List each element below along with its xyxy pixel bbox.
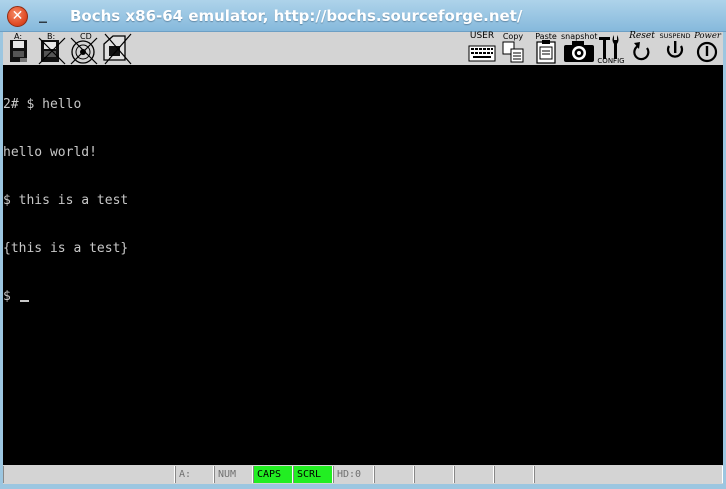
status-cell bbox=[414, 466, 454, 483]
terminal-prompt-line: $ bbox=[3, 289, 128, 305]
status-cell bbox=[534, 466, 723, 483]
floppy-a-button[interactable]: A: bbox=[6, 32, 34, 65]
reset-button[interactable]: Reset bbox=[627, 32, 657, 65]
terminal-output: 2# $ hello hello world! $ this is a test… bbox=[3, 65, 128, 337]
toolbar: A: B: CD USER Copy Paste snapshot CONFIG… bbox=[3, 32, 723, 65]
copy-icon bbox=[502, 41, 524, 63]
window-title: Bochs x86-64 emulator, http://bochs.sour… bbox=[70, 7, 523, 25]
status-cell bbox=[374, 466, 414, 483]
usb-button[interactable] bbox=[99, 32, 133, 65]
keyboard-icon bbox=[468, 45, 496, 62]
terminal-line: $ this is a test bbox=[3, 193, 129, 208]
status-message bbox=[3, 466, 175, 483]
suspend-icon bbox=[666, 41, 684, 58]
status-cell bbox=[454, 466, 494, 483]
window-border bbox=[0, 484, 726, 489]
memory-card-icon bbox=[103, 33, 132, 65]
camera-icon bbox=[564, 41, 594, 62]
snapshot-button[interactable]: snapshot bbox=[561, 32, 598, 65]
status-scroll-lock: SCRL bbox=[293, 466, 333, 483]
terminal-line: 2# $ hello bbox=[3, 97, 82, 112]
floppy-b-button[interactable]: B: bbox=[37, 32, 67, 65]
config-button[interactable]: CONFIG bbox=[597, 32, 625, 65]
status-hd0: HD:0 bbox=[333, 466, 374, 483]
minimize-button[interactable]: _ bbox=[36, 6, 50, 24]
close-icon: ✕ bbox=[11, 8, 24, 24]
minimize-icon: _ bbox=[39, 4, 47, 23]
power-icon bbox=[696, 41, 718, 63]
status-caps-lock: CAPS bbox=[253, 466, 293, 483]
text-cursor bbox=[19, 300, 29, 302]
power-button[interactable]: Power bbox=[692, 32, 723, 65]
floppy-b-icon bbox=[38, 37, 66, 65]
terminal-line: hello world! bbox=[3, 145, 97, 160]
paste-icon bbox=[536, 40, 556, 64]
cdrom-button[interactable]: CD bbox=[69, 32, 99, 65]
emulator-screen[interactable]: 2# $ hello hello world! $ this is a test… bbox=[3, 65, 723, 465]
terminal-line: {this is a test} bbox=[3, 241, 129, 256]
title-bar[interactable]: ✕ _ Bochs x86-64 emulator, http://bochs.… bbox=[0, 0, 726, 32]
reset-icon bbox=[633, 42, 650, 61]
copy-button[interactable]: Copy bbox=[500, 32, 526, 65]
user-button[interactable]: USER bbox=[467, 32, 497, 65]
cdrom-icon bbox=[70, 37, 98, 65]
paste-button[interactable]: Paste bbox=[533, 32, 559, 65]
status-floppy-a: A: bbox=[175, 466, 214, 483]
close-button[interactable]: ✕ bbox=[7, 6, 28, 27]
status-cell bbox=[494, 466, 534, 483]
status-bar: A: NUM CAPS SCRL HD:0 bbox=[3, 465, 723, 484]
floppy-a-icon bbox=[10, 40, 27, 62]
suspend-button[interactable]: SUSPEND bbox=[657, 32, 693, 65]
status-num-lock: NUM bbox=[214, 466, 253, 483]
terminal-prompt: $ bbox=[3, 289, 19, 304]
